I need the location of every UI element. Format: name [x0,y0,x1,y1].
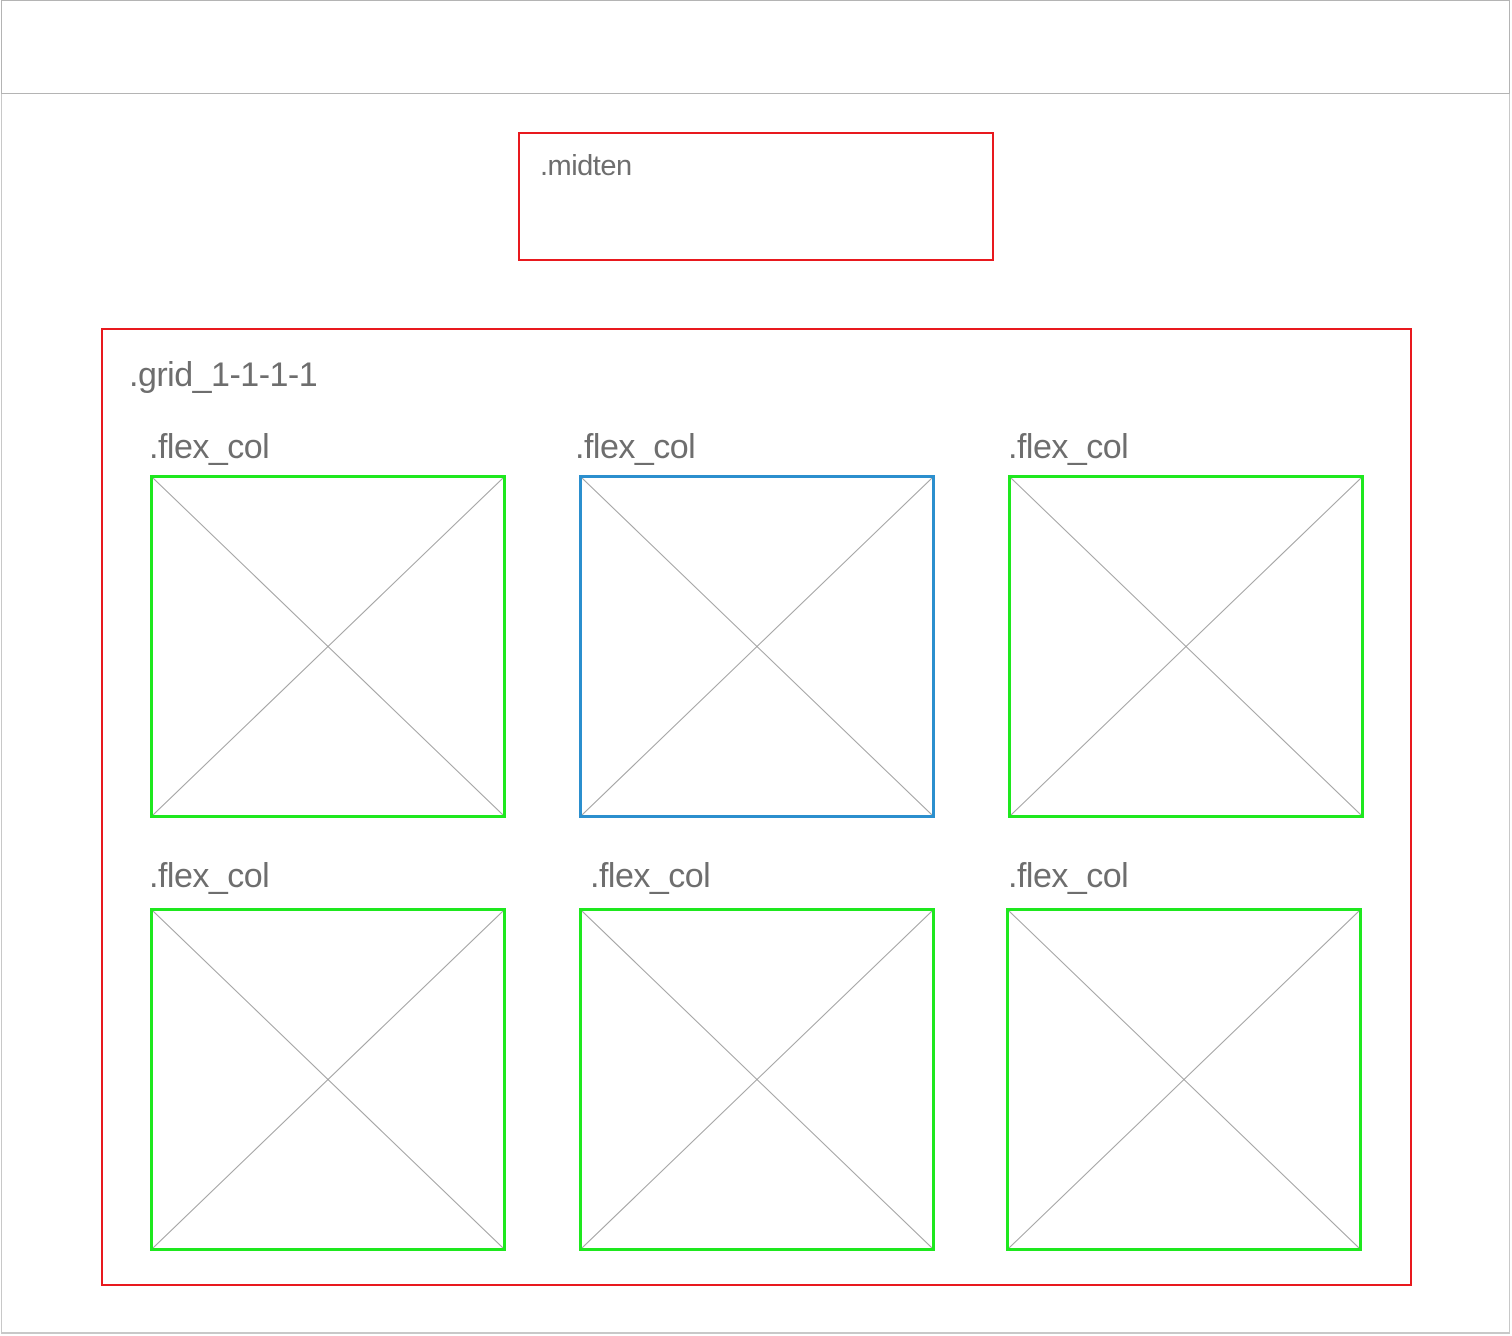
flex-col-placeholder [1006,908,1362,1251]
flex-col-placeholder [150,475,506,818]
flex-col-placeholder [1008,475,1364,818]
flex-col-label: .flex_col [149,857,270,895]
image-placeholder-icon [582,911,932,1248]
image-placeholder-icon [1009,911,1359,1248]
header-bar [1,0,1510,94]
image-placeholder-icon [582,478,932,815]
flex-col-label: .flex_col [1008,857,1129,895]
image-placeholder-icon [153,911,503,1248]
flex-col-placeholder [150,908,506,1251]
flex-col-label: .flex_col [149,428,270,466]
midten-container: .midten [518,132,994,261]
image-placeholder-icon [153,478,503,815]
flex-col-label: .flex_col [1008,428,1129,466]
midten-label: .midten [540,150,632,182]
image-placeholder-icon [1011,478,1361,815]
flex-col-placeholder [579,908,935,1251]
grid-container: .grid_1-1-1-1 .flex_col .flex_col .flex_… [101,328,1412,1286]
flex-col-label: .flex_col [575,428,696,466]
grid-label: .grid_1-1-1-1 [129,356,318,394]
flex-col-label: .flex_col [590,857,711,895]
flex-col-placeholder-selected [579,475,935,818]
